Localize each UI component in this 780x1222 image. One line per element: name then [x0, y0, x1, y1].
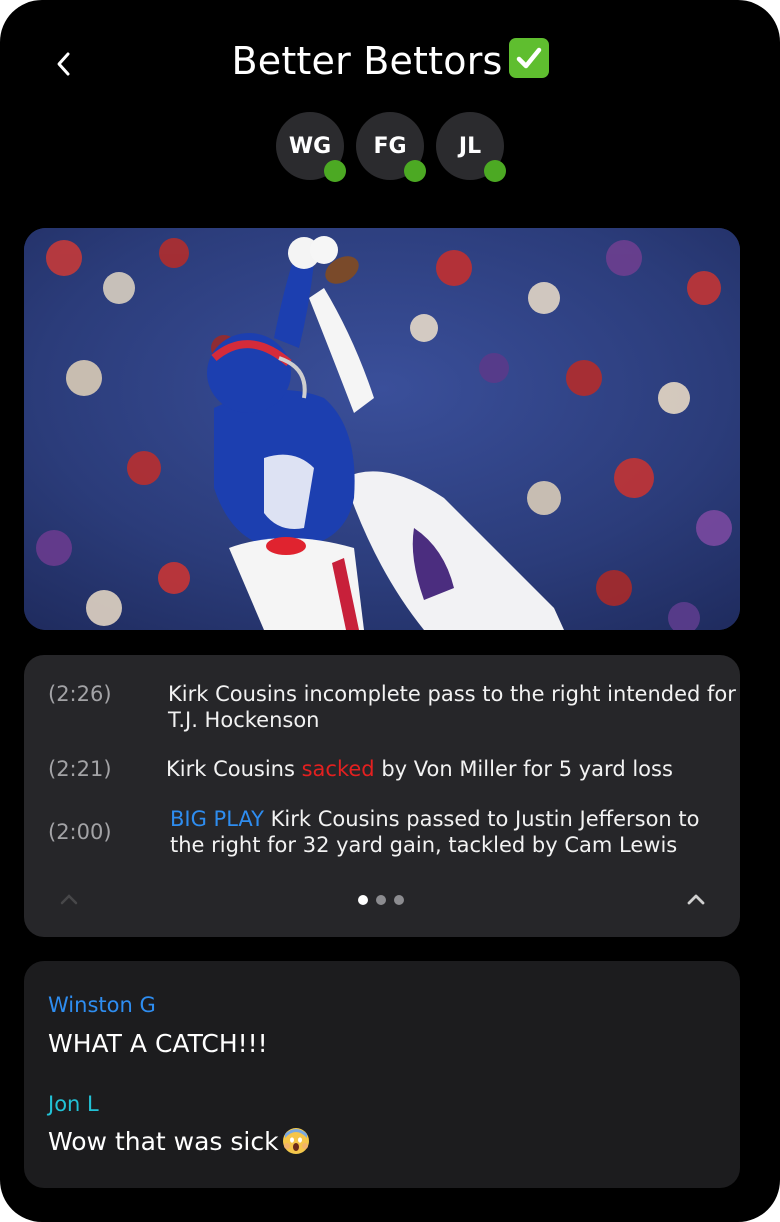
play-text: Kirk Cousins sacked by Von Miller for 5 … — [166, 756, 746, 782]
play-time: (2:00) — [48, 820, 112, 844]
chevron-up-icon — [687, 894, 705, 905]
chat-panel: Winston G WHAT A CATCH!!! Jon L Wow that… — [24, 961, 740, 1188]
play-text-before: Kirk Cousins — [166, 757, 302, 781]
page-dot[interactable] — [394, 895, 404, 905]
page-dot-active[interactable] — [358, 895, 368, 905]
message-author: Jon L — [48, 1092, 99, 1116]
group-name: Better Bettors — [231, 39, 503, 83]
football-catch-photo — [24, 228, 740, 630]
avatar-initials: WG — [288, 133, 332, 159]
play-text: Kirk Cousins incomplete pass to the righ… — [168, 682, 736, 732]
play-text: BIG PLAY Kirk Cousins passed to Justin J… — [170, 806, 730, 858]
page-title: Better Bettors — [0, 38, 780, 83]
avatar[interactable]: FG — [356, 112, 426, 182]
play-time: (2:26) — [48, 682, 112, 706]
check-mark-button-icon — [508, 38, 549, 78]
face-screaming-in-fear-icon — [282, 1128, 309, 1154]
online-status-dot — [404, 160, 426, 182]
expand-button[interactable] — [684, 891, 708, 910]
avatar[interactable]: WG — [276, 112, 346, 182]
play-by-play-panel: (2:26) Kirk Cousins incomplete pass to t… — [24, 655, 740, 937]
message-text: WHAT A CATCH!!! — [48, 1029, 268, 1058]
play-text-after: by Von Miller for 5 yard loss — [374, 757, 673, 781]
member-avatars: WG FG JL — [0, 112, 780, 182]
avatar[interactable]: JL — [436, 112, 506, 182]
avatar-initials: FG — [373, 133, 407, 159]
big-play-tag: BIG PLAY — [170, 807, 264, 831]
online-status-dot — [324, 160, 346, 182]
game-photo[interactable] — [24, 228, 740, 630]
message-author: Winston G — [48, 993, 156, 1017]
message-body: Wow that was sick — [48, 1127, 279, 1156]
page-dot[interactable] — [376, 895, 386, 905]
sacked-highlight: sacked — [301, 757, 375, 781]
message-text: Wow that was sick — [48, 1127, 309, 1156]
phone-frame: Better Bettors WG FG JL (2:26) Kirk Cous… — [0, 0, 780, 1222]
online-status-dot — [484, 160, 506, 182]
play-time: (2:21) — [48, 757, 112, 781]
pagination-dots[interactable] — [358, 895, 404, 905]
chevron-up-icon — [58, 891, 80, 910]
avatar-initials: JL — [458, 133, 482, 159]
